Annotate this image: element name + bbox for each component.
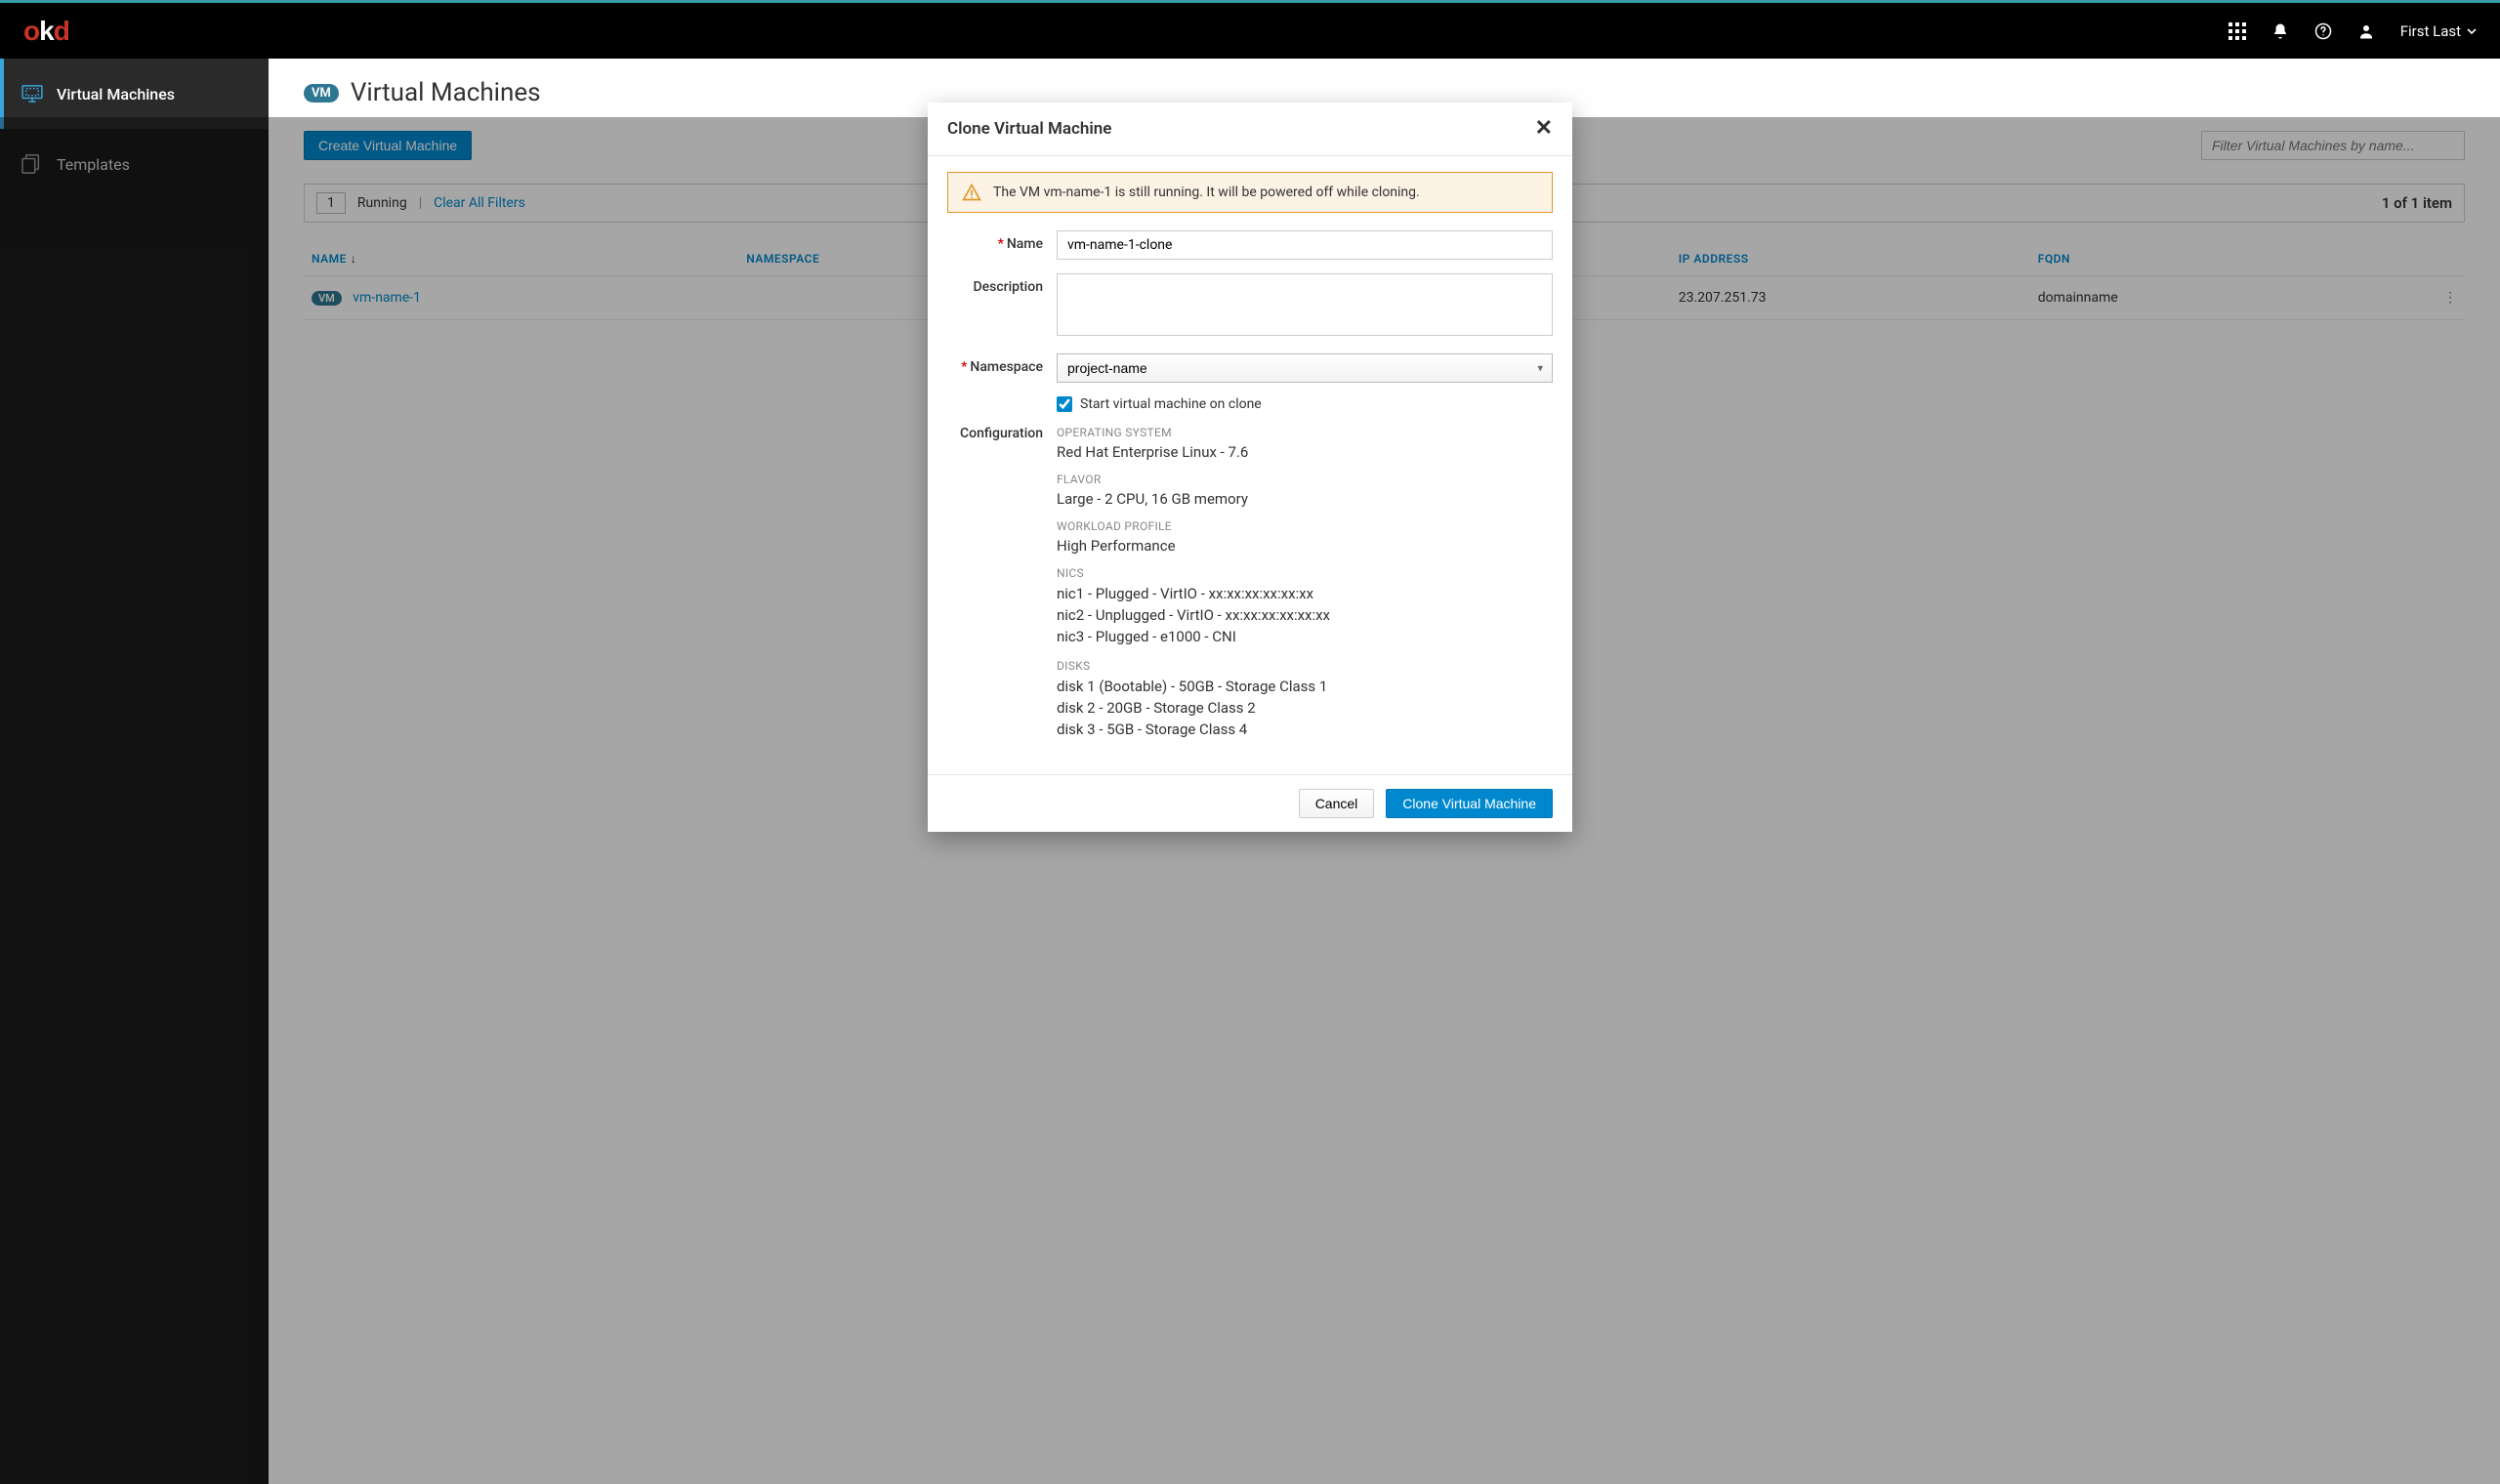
apps-icon[interactable] (2229, 22, 2246, 40)
username-label: First Last (2400, 22, 2461, 40)
warning-alert: The VM vm-name-1 is still running. It wi… (947, 172, 1553, 213)
cfg-disk: disk 3 - 5GB - Storage Class 4 (1057, 720, 1553, 741)
cfg-nic: nic2 - Unplugged - VirtIO - xx:xx:xx:xx:… (1057, 605, 1553, 627)
label-namespace: Namespace (970, 359, 1043, 375)
cfg-workload-value: High Performance (1057, 537, 1553, 555)
top-bar: okd First Last (0, 0, 2500, 59)
close-icon[interactable]: ✕ (1535, 118, 1553, 140)
cfg-workload-label: WORKLOAD PROFILE (1057, 519, 1553, 533)
cfg-flavor-value: Large - 2 CPU, 16 GB memory (1057, 490, 1553, 508)
cfg-nics-label: NICS (1057, 566, 1553, 580)
cfg-nic: nic3 - Plugged - e1000 - CNI (1057, 627, 1553, 648)
brand-d: d (54, 16, 69, 46)
alert-text: The VM vm-name-1 is still running. It wi… (993, 185, 1420, 200)
cfg-os-value: Red Hat Enterprise Linux - 7.6 (1057, 443, 1553, 461)
top-icons: First Last (2229, 22, 2477, 40)
page-title: Virtual Machines (351, 78, 541, 107)
cfg-disks-label: DISKS (1057, 659, 1553, 673)
modal-title: Clone Virtual Machine (947, 119, 1111, 139)
brand-k: k (39, 16, 54, 46)
cfg-disk: disk 2 - 20GB - Storage Class 2 (1057, 698, 1553, 720)
sidebar-item-label: Virtual Machines (57, 85, 175, 103)
chevron-down-icon (2467, 26, 2477, 36)
cfg-flavor-label: FLAVOR (1057, 473, 1553, 486)
warning-icon (962, 183, 981, 202)
clone-vm-modal: Clone Virtual Machine ✕ The VM vm-name-1… (928, 103, 1572, 832)
start-on-clone-label: Start virtual machine on clone (1080, 396, 1262, 412)
user-menu[interactable]: First Last (2400, 22, 2477, 40)
start-on-clone-input[interactable] (1057, 396, 1072, 412)
label-name: Name (1007, 236, 1043, 252)
page-badge: VM (304, 84, 339, 103)
brand-logo: okd (23, 16, 69, 47)
cfg-os-label: OPERATING SYSTEM (1057, 426, 1553, 439)
start-on-clone-checkbox[interactable]: Start virtual machine on clone (1057, 396, 1553, 412)
bell-icon[interactable] (2271, 22, 2289, 40)
cfg-disk: disk 1 (Bootable) - 50GB - Storage Class… (1057, 677, 1553, 698)
label-description: Description (973, 279, 1043, 295)
configuration-block: OPERATING SYSTEM Red Hat Enterprise Linu… (1057, 426, 1553, 741)
label-configuration: Configuration (960, 426, 1043, 441)
brand-o: o (23, 16, 39, 46)
description-input[interactable] (1057, 273, 1553, 336)
help-icon[interactable] (2314, 22, 2332, 40)
cfg-nic: nic1 - Plugged - VirtIO - xx:xx:xx:xx:xx… (1057, 584, 1553, 605)
cancel-button[interactable]: Cancel (1299, 789, 1375, 818)
namespace-select[interactable]: project-name (1057, 353, 1553, 383)
name-input[interactable] (1057, 230, 1553, 260)
user-icon[interactable] (2357, 22, 2375, 40)
vm-icon (21, 83, 43, 104)
clone-button[interactable]: Clone Virtual Machine (1386, 789, 1553, 818)
